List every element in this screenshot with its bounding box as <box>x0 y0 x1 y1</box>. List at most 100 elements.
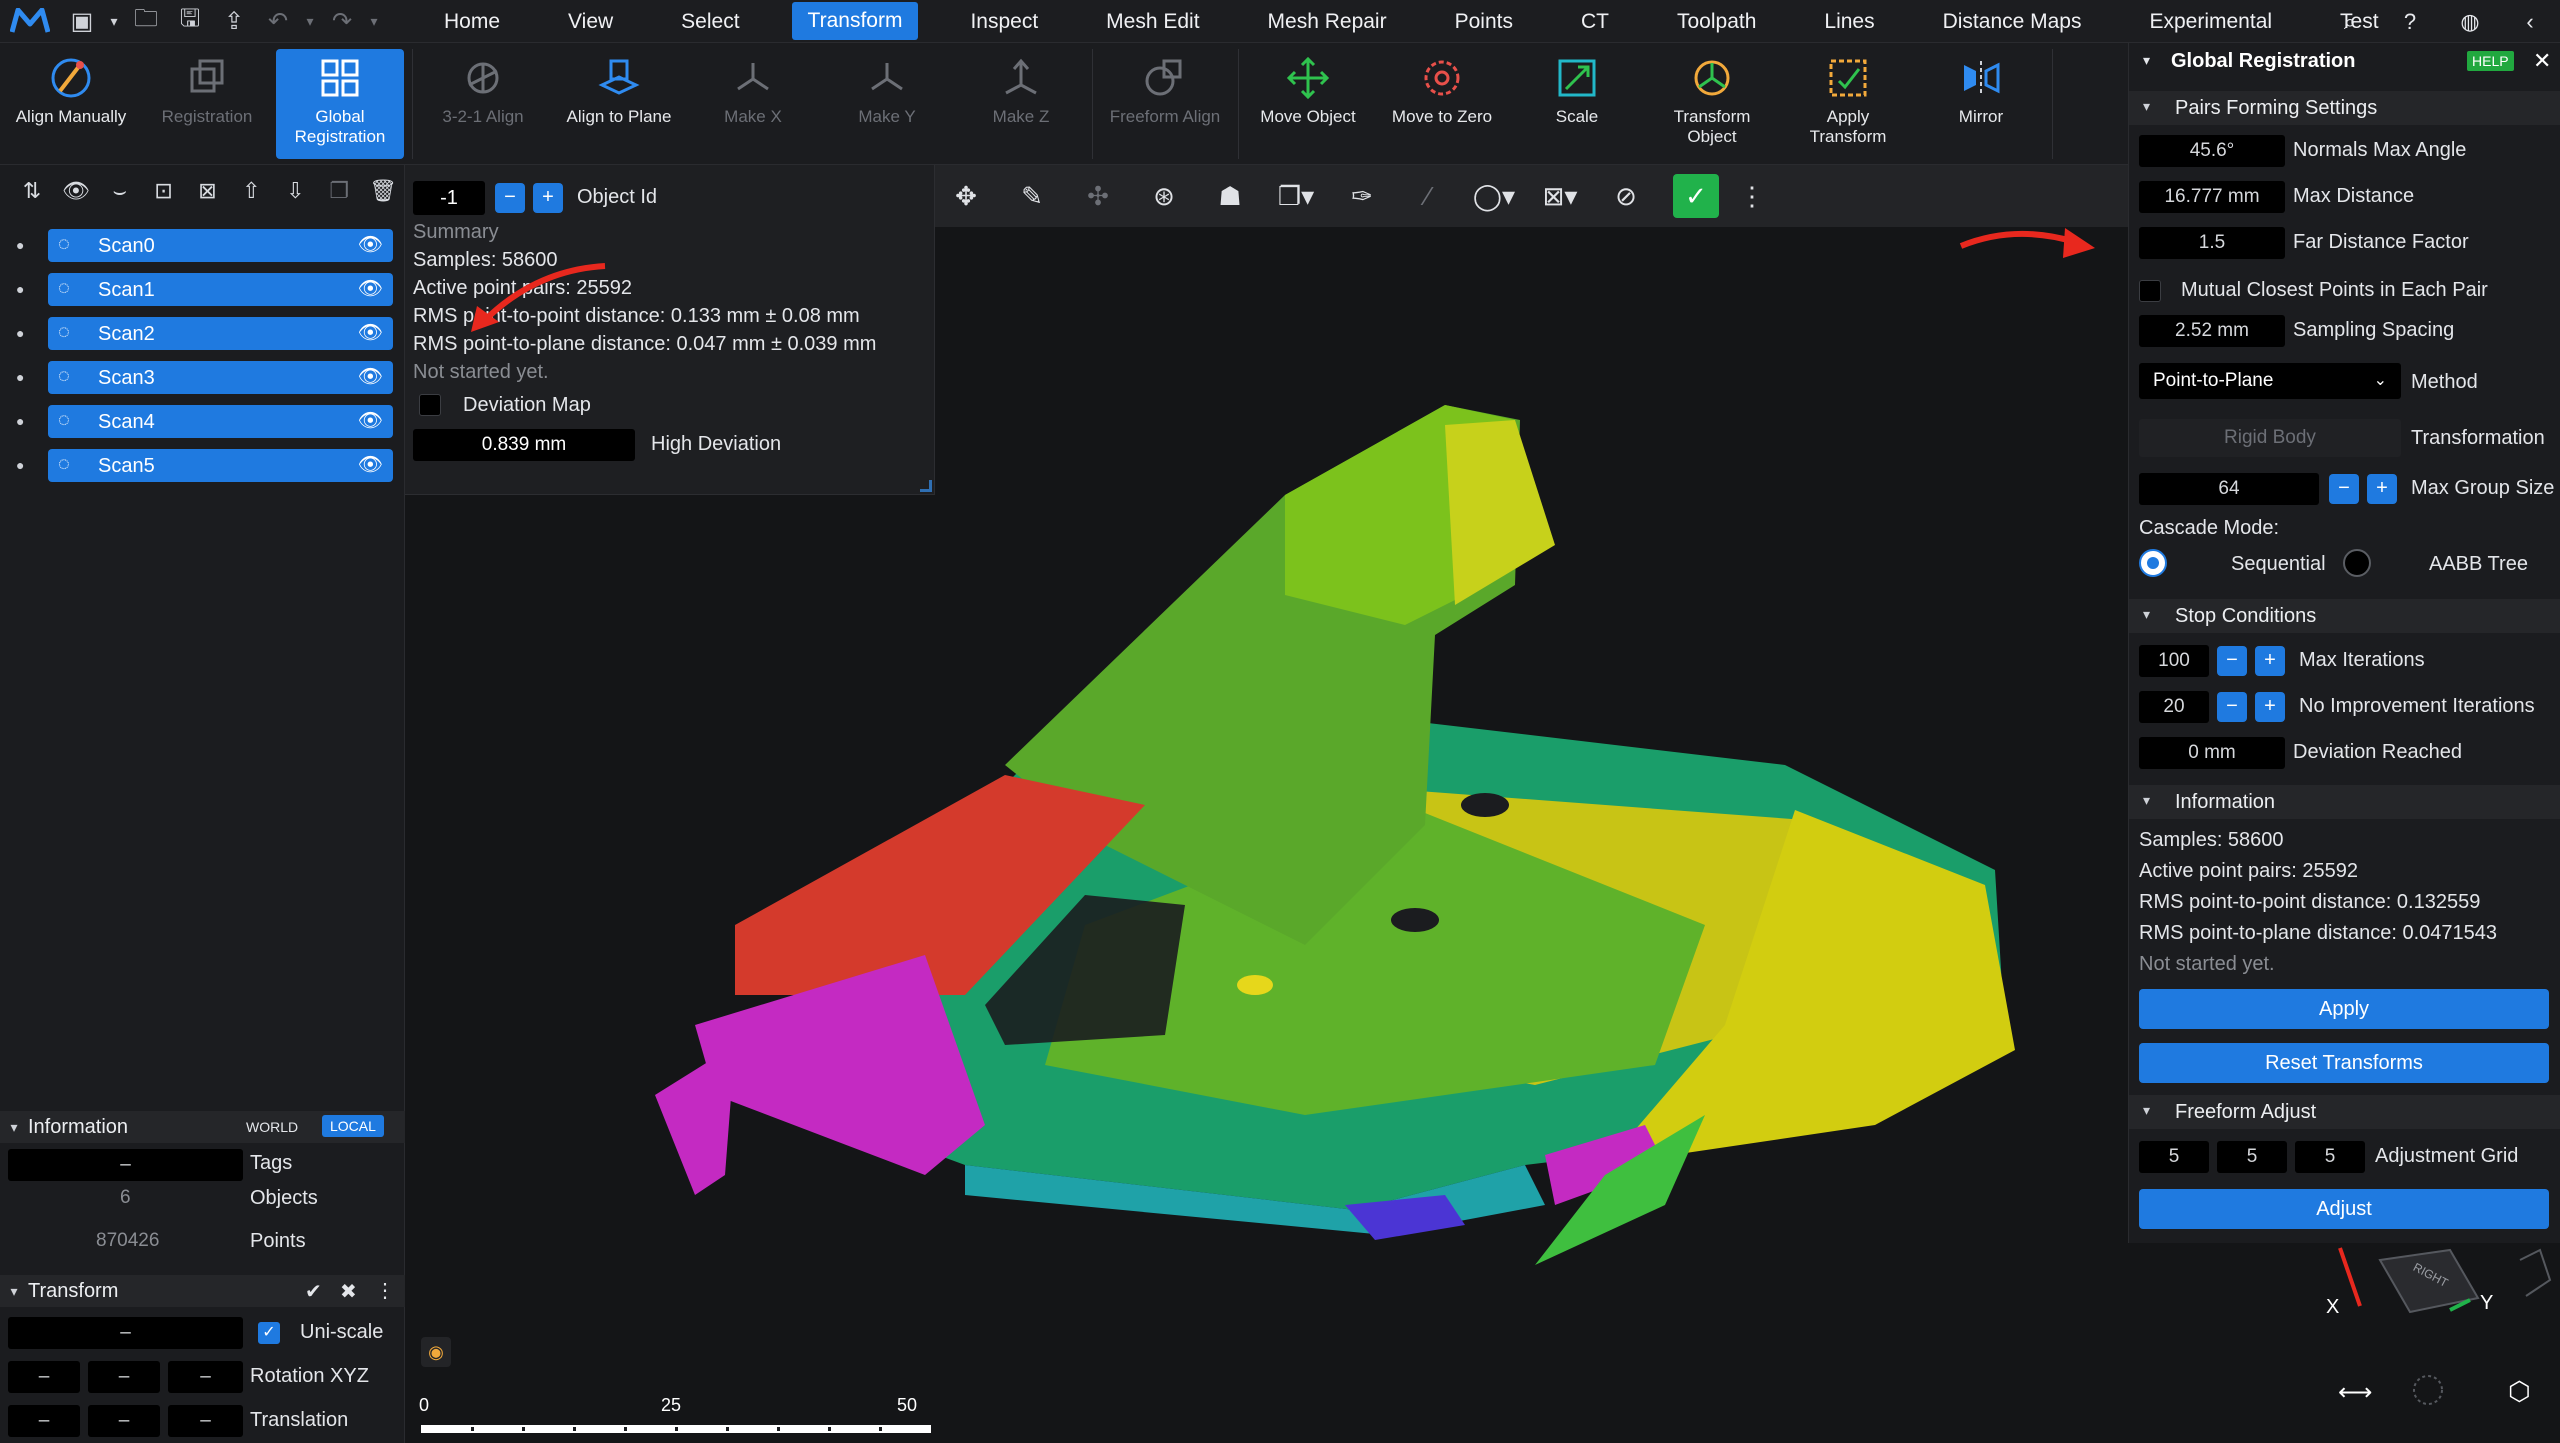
object-id-decrement-button[interactable]: − <box>495 183 525 213</box>
scan-row[interactable]: ● ◌ Scan0 👁 <box>0 227 405 265</box>
visibility-eye-icon[interactable]: 👁 <box>358 276 383 301</box>
make-y-button[interactable]: Make Y <box>824 49 950 159</box>
scan-row[interactable]: ● ◌ Scan1 👁 <box>0 271 405 309</box>
move-to-zero-button[interactable]: Move to Zero <box>1378 49 1506 159</box>
apply-button[interactable]: Apply <box>2139 989 2549 1029</box>
steering-icon[interactable]: ⊛ <box>1131 181 1197 212</box>
move-object-button[interactable]: Move Object <box>1244 49 1372 159</box>
grid-x-field[interactable]: 5 <box>2139 1141 2209 1173</box>
app-logo-icon[interactable] <box>0 0 60 43</box>
menu-mesh-edit[interactable]: Mesh Edit <box>1072 0 1233 43</box>
help-icon[interactable]: ? <box>2380 9 2440 35</box>
tags-field[interactable]: – <box>8 1149 243 1181</box>
make-x-button[interactable]: Make X <box>690 49 816 159</box>
view-cube-icon[interactable]: ⬡ <box>2508 1376 2531 1407</box>
save-icon[interactable]: 🖫 <box>168 0 212 43</box>
hide-all-icon[interactable]: ⌣ <box>98 178 142 204</box>
confirm-check-button[interactable]: ✓ <box>1673 174 1719 218</box>
visibility-eye-icon[interactable]: 👁 <box>358 320 383 345</box>
scan-item[interactable]: ◌ Scan2 👁 <box>48 317 393 350</box>
menu-transform[interactable]: Transform <box>791 2 919 40</box>
lasso-icon[interactable]: ◯▾ <box>1461 181 1527 212</box>
visibility-eye-icon[interactable]: 👁 <box>358 232 383 257</box>
paint-icon[interactable]: ✑ <box>1329 181 1395 212</box>
visibility-eye-icon[interactable]: 👁 <box>358 364 383 389</box>
deviation-map-checkbox[interactable] <box>419 394 441 416</box>
method-select[interactable]: Point-to-Plane ⌄ <box>2139 363 2401 399</box>
max-iterations-increment-button[interactable]: + <box>2255 646 2285 676</box>
transform-object-button[interactable]: Transform Object <box>1648 49 1776 159</box>
transformation-select[interactable]: Rigid Body <box>2139 419 2401 457</box>
stop-conditions-section-header[interactable]: ▾ Stop Conditions <box>2129 599 2560 633</box>
world-toggle[interactable]: WORLD <box>240 1116 304 1138</box>
menu-home[interactable]: Home <box>410 0 534 43</box>
uniscale-field[interactable]: – <box>8 1317 243 1349</box>
globe-icon[interactable]: ◍ <box>2440 9 2500 35</box>
duplicate-icon[interactable]: ❐ <box>317 178 361 204</box>
menu-select[interactable]: Select <box>647 0 773 43</box>
menu-experimental[interactable]: Experimental <box>2115 0 2306 43</box>
translation-y-field[interactable]: – <box>88 1405 160 1437</box>
pan-icon[interactable]: ✥ <box>933 181 999 212</box>
max-distance-field[interactable]: 16.777 mm <box>2139 181 2285 213</box>
object-id-increment-button[interactable]: + <box>533 183 563 213</box>
global-registration-button[interactable]: Global Registration <box>276 49 404 159</box>
no-improvement-increment-button[interactable]: + <box>2255 692 2285 722</box>
pairs-forming-section-header[interactable]: ▾ Pairs Forming Settings <box>2129 91 2560 125</box>
no-improvement-decrement-button[interactable]: − <box>2217 692 2247 722</box>
align-manually-button[interactable]: Align Manually <box>8 49 134 159</box>
more-icon[interactable]: ⋮ <box>375 1278 395 1303</box>
new-file-icon[interactable]: ▣ <box>60 0 104 43</box>
menu-lines[interactable]: Lines <box>1790 0 1908 43</box>
export-icon[interactable]: ⇪ <box>212 0 256 43</box>
align-321-button[interactable]: 3-2-1 Align <box>420 49 546 159</box>
no-select-icon[interactable]: ⊘ <box>1593 181 1659 212</box>
max-iterations-field[interactable]: 100 <box>2139 645 2209 677</box>
check-icon[interactable]: ✔ <box>305 1279 322 1304</box>
mutual-closest-checkbox[interactable] <box>2139 280 2161 302</box>
scan-row[interactable]: ● ◌ Scan3 👁 <box>0 359 405 397</box>
eye-icon[interactable]: 👁 <box>54 178 98 204</box>
far-distance-factor-field[interactable]: 1.5 <box>2139 227 2285 259</box>
menu-view[interactable]: View <box>534 0 647 43</box>
sort-az-icon[interactable]: ⇅ <box>10 178 54 204</box>
group-size-increment-button[interactable]: + <box>2367 474 2397 504</box>
information-section-header[interactable]: ▾ Information <box>2129 785 2560 819</box>
align-to-plane-button[interactable]: Align to Plane <box>556 49 682 159</box>
sampling-spacing-field[interactable]: 2.52 mm <box>2139 315 2285 347</box>
performance-icon[interactable]: ◉ <box>421 1337 451 1367</box>
registration-button[interactable]: Registration <box>144 49 270 159</box>
menu-toolpath[interactable]: Toolpath <box>1643 0 1790 43</box>
resize-handle[interactable] <box>920 480 932 492</box>
chevron-down-icon[interactable]: ▾ <box>364 0 384 43</box>
copy-icon[interactable]: ❐▾ <box>1263 181 1329 212</box>
search-icon[interactable]: ⌕ <box>2320 9 2380 35</box>
select-all-icon[interactable]: ⊡ <box>142 178 186 204</box>
max-group-size-field[interactable]: 64 <box>2139 473 2319 505</box>
grid-y-field[interactable]: 5 <box>2217 1141 2287 1173</box>
rotation-z-field[interactable]: – <box>168 1361 243 1393</box>
menu-mesh-repair[interactable]: Mesh Repair <box>1234 0 1421 43</box>
uniscale-checkbox[interactable]: ✓ <box>258 1322 280 1344</box>
help-badge[interactable]: HELP <box>2467 51 2514 71</box>
rotation-y-field[interactable]: – <box>88 1361 160 1393</box>
chevron-down-icon[interactable]: ▾ <box>2143 52 2150 69</box>
scan-item[interactable]: ◌ Scan1 👁 <box>48 273 393 306</box>
no-improvement-field[interactable]: 20 <box>2139 691 2209 723</box>
move-up-icon[interactable]: ⇧ <box>229 178 273 204</box>
open-folder-icon[interactable]: 🗀 <box>124 0 168 43</box>
menu-inspect[interactable]: Inspect <box>936 0 1072 43</box>
local-toggle[interactable]: LOCAL <box>322 1115 384 1137</box>
visibility-eye-icon[interactable]: 👁 <box>358 408 383 433</box>
adjust-button[interactable]: Adjust <box>2139 1189 2549 1229</box>
deviation-reached-field[interactable]: 0 mm <box>2139 737 2285 769</box>
measure-icon[interactable]: ⟷ <box>2338 1378 2372 1407</box>
undo-icon[interactable]: ↶ <box>256 0 300 43</box>
collapse-chevron-icon[interactable]: ‹ <box>2500 9 2560 35</box>
scale-button[interactable]: Scale <box>1514 49 1640 159</box>
reset-transforms-button[interactable]: Reset Transforms <box>2139 1043 2549 1083</box>
transform-section-header[interactable]: ▾ Transform ✔ ✖ ⋮ <box>0 1275 405 1307</box>
edit-icon[interactable]: ✎ <box>999 181 1065 212</box>
lighting-icon[interactable]: ☗ <box>1197 181 1263 212</box>
delete-icon[interactable]: 🗑 <box>361 178 405 204</box>
